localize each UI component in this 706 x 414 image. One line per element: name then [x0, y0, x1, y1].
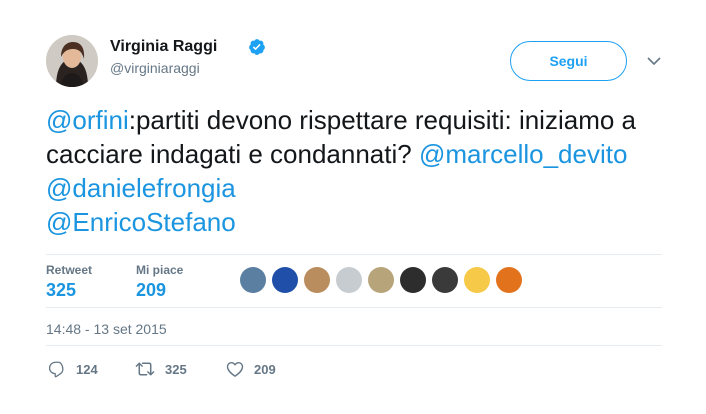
- divider: [46, 307, 662, 308]
- liker-avatar[interactable]: [272, 267, 298, 293]
- follow-button[interactable]: Segui: [510, 41, 627, 81]
- liker-avatar[interactable]: [304, 267, 330, 293]
- reply-icon: [48, 361, 64, 378]
- divider: [46, 345, 662, 346]
- mention-link[interactable]: @danielefrongia: [46, 173, 236, 203]
- reply-button[interactable]: 124: [48, 359, 98, 379]
- liker-avatar[interactable]: [464, 267, 490, 293]
- retweet-icon: [135, 362, 155, 376]
- reply-count: 124: [76, 361, 98, 377]
- like-count: 209: [254, 361, 276, 377]
- mention-link[interactable]: @marcello_devito: [419, 139, 627, 169]
- liker-avatar[interactable]: [496, 267, 522, 293]
- avatar[interactable]: [46, 35, 98, 87]
- like-button[interactable]: 209: [226, 359, 276, 379]
- retweet-count: 325: [165, 361, 187, 377]
- retweet-button[interactable]: 325: [135, 359, 187, 379]
- divider: [46, 254, 662, 255]
- heart-icon: [226, 362, 244, 377]
- likes-stat-label: Mi piace: [136, 263, 184, 277]
- liker-avatar[interactable]: [432, 267, 458, 293]
- tweet-text: @orfini:partiti devono rispettare requis…: [46, 103, 686, 239]
- verified-badge-icon: [249, 39, 265, 55]
- retweet-stat-label: Retweet: [46, 263, 93, 277]
- mention-link[interactable]: @EnricoStefano: [46, 207, 236, 237]
- liker-avatar[interactable]: [368, 267, 394, 293]
- retweet-stat-count: 325: [46, 280, 77, 300]
- liker-avatar[interactable]: [400, 267, 426, 293]
- tweet-timestamp[interactable]: 14:48 - 13 set 2015: [46, 321, 167, 337]
- likes-stat-count: 209: [136, 280, 167, 300]
- liker-avatar[interactable]: [336, 267, 362, 293]
- mention-link[interactable]: @orfini: [46, 105, 129, 135]
- chevron-down-icon[interactable]: [645, 52, 663, 70]
- retweet-stat[interactable]: Retweet 325: [46, 263, 92, 301]
- likes-stat[interactable]: Mi piace 209: [136, 263, 183, 301]
- liker-avatar[interactable]: [240, 267, 266, 293]
- user-name[interactable]: Virginia Raggi: [110, 38, 217, 56]
- user-handle[interactable]: @virginiaraggi: [110, 60, 200, 76]
- tweet-card: Virginia Raggi @virginiaraggi Segui @orf…: [0, 0, 706, 414]
